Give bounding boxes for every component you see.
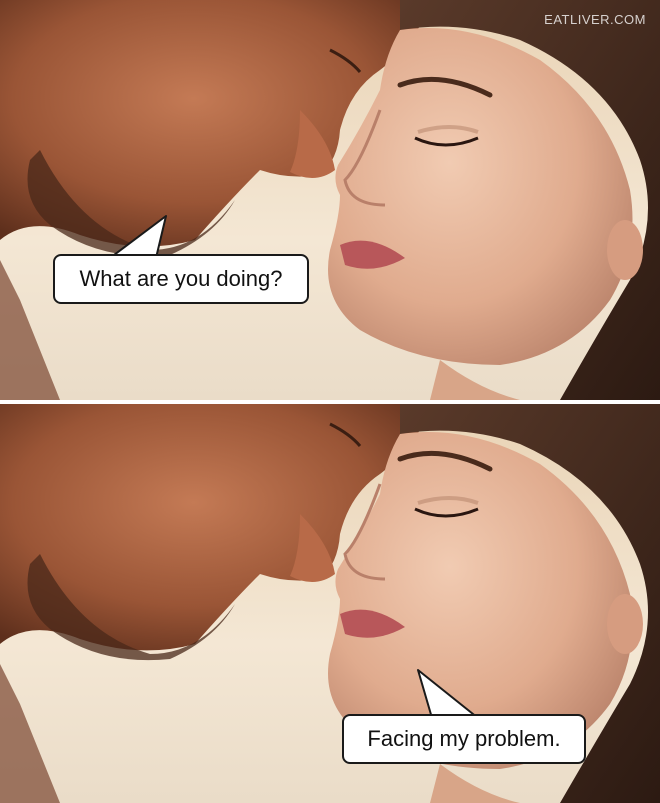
caption-text: Facing my problem. — [367, 726, 561, 751]
speech-bubble-tail — [108, 215, 178, 260]
top-panel: EATLIVER.COM What are you doing? — [0, 0, 660, 400]
speech-bubble-bottom: Facing my problem. — [342, 714, 586, 764]
top-panel-photo — [0, 0, 660, 400]
watermark-text: EATLIVER.COM — [544, 12, 646, 27]
speech-bubble-top: What are you doing? — [53, 254, 309, 304]
meme-image: EATLIVER.COM What are you doing? Facing … — [0, 0, 660, 803]
speech-bubble-tail — [414, 669, 484, 720]
caption-text: What are you doing? — [79, 266, 283, 291]
